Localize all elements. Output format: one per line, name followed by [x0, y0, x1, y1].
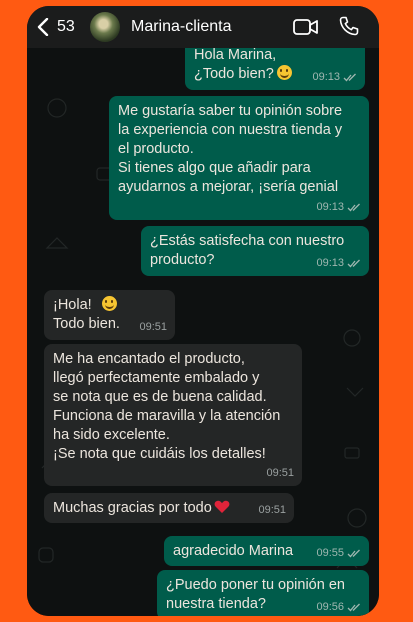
message-time: 09:13 [316, 201, 344, 213]
read-receipt-icon [347, 549, 360, 558]
message-outgoing[interactable]: ¿Estás satisfecha con nuestro producto? … [141, 226, 369, 276]
read-receipt-icon [347, 259, 360, 268]
back-icon [37, 18, 49, 36]
message-text: Muchas gracias por todo [53, 500, 212, 516]
read-receipt-icon [347, 203, 360, 212]
read-receipt-icon [343, 73, 356, 82]
back-button[interactable]: 53 [37, 16, 77, 38]
smile-emoji-icon [276, 65, 292, 80]
unread-count: 53 [57, 18, 75, 35]
message-time: 09:55 [316, 547, 344, 559]
message-text: Me ha encantado el producto, llegó perfe… [53, 351, 281, 462]
message-text: Me gustaría saber tu opinión sobre la ex… [118, 103, 343, 195]
message-outgoing[interactable]: agradecido Marina 09:55 [164, 536, 369, 566]
message-text: Hola Marina, ¿Todo bien? [194, 48, 277, 82]
message-time: 09:13 [316, 257, 344, 269]
chat-area[interactable]: Hola Marina, ¿Todo bien? 09:13 Me gustar… [27, 48, 379, 616]
message-outgoing[interactable]: Me gustaría saber tu opinión sobre la ex… [109, 96, 369, 220]
contact-name[interactable]: Marina-clienta [131, 18, 231, 36]
read-receipt-icon [347, 603, 360, 612]
message-outgoing[interactable]: ¿Puedo poner tu opinión en nuestra tiend… [157, 570, 369, 616]
message-time: 09:51 [139, 321, 167, 333]
phone-frame: 53 Marina-clienta Hola Marina, ¿Todo bie… [27, 6, 379, 616]
heart-emoji-icon [214, 500, 230, 513]
message-outgoing[interactable]: Hola Marina, ¿Todo bien? 09:13 [185, 48, 365, 90]
message-time: 09:56 [316, 601, 344, 613]
message-time: 09:51 [266, 467, 294, 479]
chat-header: 53 Marina-clienta [27, 6, 379, 48]
phone-call-icon[interactable] [339, 16, 359, 36]
message-incoming[interactable]: ¡Hola! Todo bien. 09:51 [44, 290, 175, 340]
avatar[interactable] [90, 12, 120, 42]
message-incoming[interactable]: Muchas gracias por todo 09:51 [44, 493, 294, 523]
video-call-icon[interactable] [293, 18, 319, 36]
smile-emoji-icon [102, 296, 117, 311]
message-incoming[interactable]: Me ha encantado el producto, llegó perfe… [44, 344, 302, 486]
message-time: 09:51 [258, 504, 286, 516]
message-time: 09:13 [312, 71, 340, 83]
